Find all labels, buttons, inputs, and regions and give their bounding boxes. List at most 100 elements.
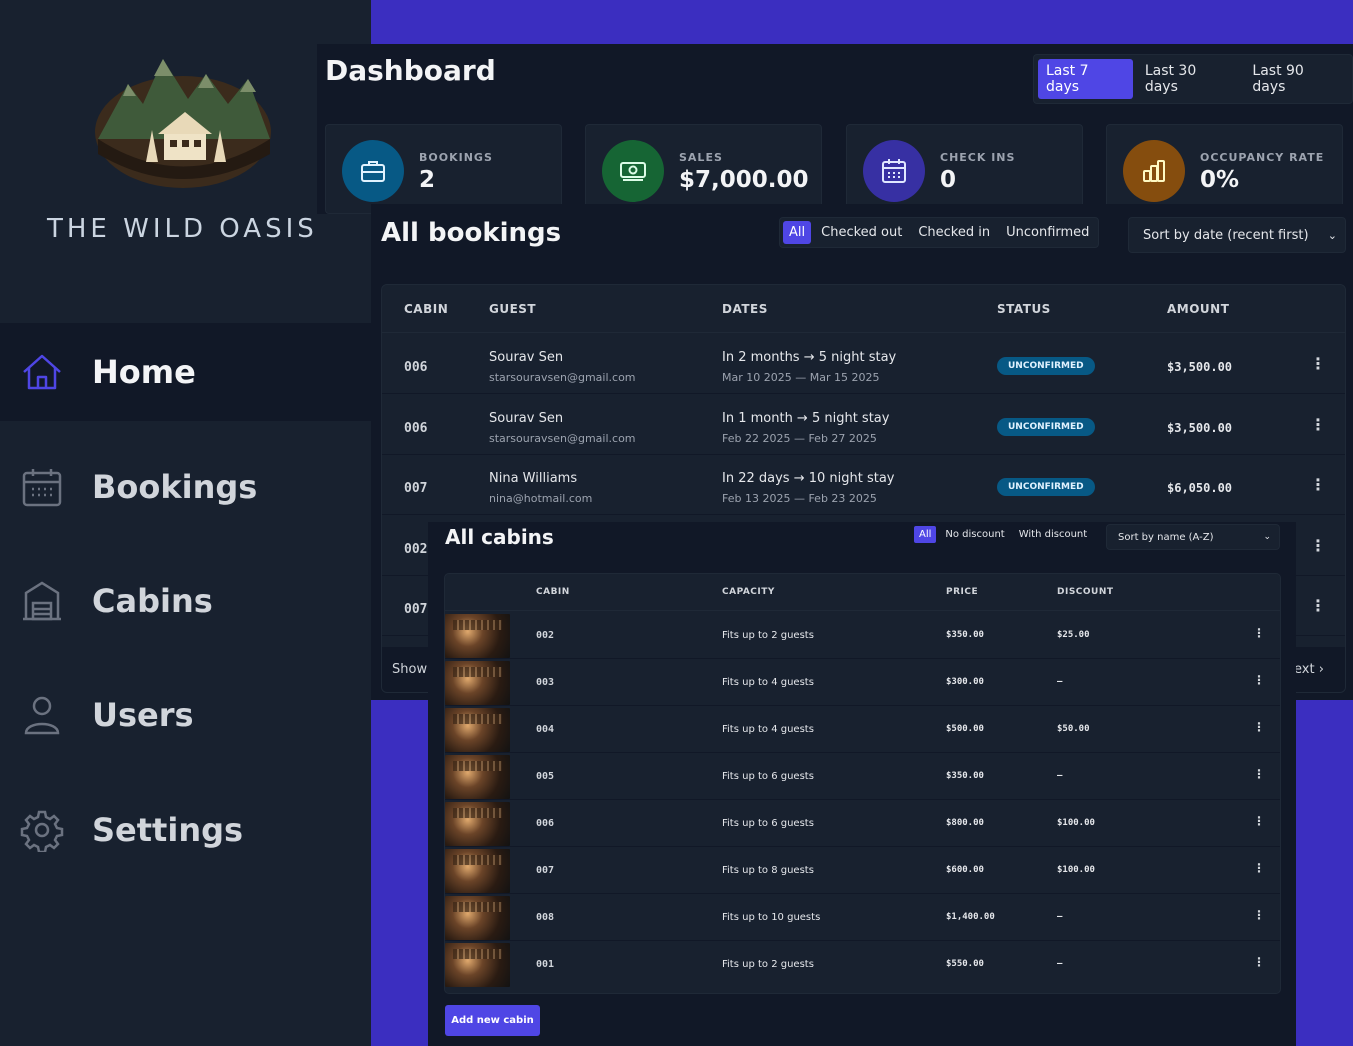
- cabin-image: [445, 708, 510, 752]
- cabin-discount: $100.00: [1057, 865, 1095, 875]
- cabin-image: [445, 614, 510, 658]
- filter-unconfirmed[interactable]: Unconfirmed: [1000, 221, 1095, 244]
- sidebar-item-home[interactable]: Home: [0, 323, 371, 421]
- cabin-capacity: Fits up to 6 guests: [722, 771, 814, 782]
- column-header: AMOUNT: [1167, 302, 1230, 316]
- chevron-right-icon: ›: [1318, 662, 1324, 677]
- cabin-name: 002: [536, 630, 555, 641]
- cabin-name: 004: [536, 724, 555, 735]
- cabins-sort-select[interactable]: Sort by name (A-Z) ⌄: [1106, 524, 1280, 550]
- cabin-image: [445, 896, 510, 940]
- table-row: 006 Sourav Sen starsouravsen@gmail.com I…: [382, 334, 1345, 394]
- booking-cabin: 007: [404, 602, 428, 617]
- cabin-price: $600.00: [946, 865, 984, 875]
- column-header: DATES: [722, 302, 768, 316]
- cabin-capacity: Fits up to 2 guests: [722, 959, 814, 970]
- booking-amount: $3,500.00: [1167, 360, 1233, 374]
- stat-bookings: BOOKINGS 2: [325, 124, 562, 214]
- status-badge: UNCONFIRMED: [997, 478, 1095, 496]
- column-header: STATUS: [997, 302, 1051, 316]
- briefcase-icon: [342, 140, 404, 202]
- more-vertical-icon[interactable]: ⋮: [1253, 955, 1265, 969]
- more-vertical-icon[interactable]: ⋮: [1310, 415, 1326, 434]
- guest-name: Sourav Sen: [489, 411, 564, 426]
- table-row: 003 Fits up to 4 guests $300.00 — ⋮: [445, 659, 1280, 706]
- table-row: 008 Fits up to 10 guests $1,400.00 — ⋮: [445, 894, 1280, 941]
- next-label: ext: [1294, 662, 1315, 677]
- cabin-discount: $100.00: [1057, 818, 1095, 828]
- column-header: GUEST: [489, 302, 537, 316]
- bookings-sort-select[interactable]: Sort by date (recent first) ⌄: [1128, 217, 1346, 253]
- table-row: 006 Fits up to 6 guests $800.00 $100.00 …: [445, 800, 1280, 847]
- table-row: 006 Sourav Sen starsouravsen@gmail.com I…: [382, 395, 1345, 455]
- more-vertical-icon[interactable]: ⋮: [1253, 814, 1265, 828]
- column-header: CABIN: [536, 587, 570, 597]
- column-header: CAPACITY: [722, 587, 775, 597]
- cabin-discount: —: [1057, 912, 1063, 922]
- more-vertical-icon[interactable]: ⋮: [1253, 861, 1265, 875]
- cabin-price: $300.00: [946, 677, 984, 687]
- more-vertical-icon[interactable]: ⋮: [1310, 596, 1326, 615]
- sidebar: THE WILD OASIS Home Bookings Cabins User…: [0, 0, 371, 1046]
- filter-with-discount[interactable]: With discount: [1014, 526, 1092, 543]
- more-vertical-icon[interactable]: ⋮: [1253, 767, 1265, 781]
- cabin-discount: —: [1057, 677, 1063, 687]
- page-title: Dashboard: [325, 54, 496, 87]
- guest-name: Sourav Sen: [489, 350, 564, 365]
- cabin-capacity: Fits up to 4 guests: [722, 677, 814, 688]
- user-icon: [24, 696, 60, 735]
- cabin-name: 007: [536, 865, 555, 876]
- banknotes-icon: [602, 140, 664, 202]
- filter-checked-out[interactable]: Checked out: [815, 221, 908, 244]
- warehouse-icon: [23, 581, 61, 621]
- cabin-discount: $50.00: [1057, 724, 1090, 734]
- stat-value: $7,000.00: [679, 167, 809, 193]
- chart-bar-icon: [1123, 140, 1185, 202]
- add-new-cabin-button[interactable]: Add new cabin: [445, 1005, 540, 1036]
- cabin-image: [445, 943, 510, 987]
- cabin-name: 001: [536, 959, 555, 970]
- cabins-discount-filter: All No discount With discount: [912, 524, 1094, 545]
- sort-value: Sort by date (recent first): [1143, 227, 1309, 243]
- stat-label: CHECK INS: [940, 151, 1016, 164]
- date-range-filter: Last 7 days Last 30 days Last 90 days: [1033, 54, 1353, 104]
- booking-amount: $6,050.00: [1167, 481, 1233, 495]
- filter-all[interactable]: All: [914, 526, 937, 543]
- more-vertical-icon[interactable]: ⋮: [1253, 720, 1265, 734]
- cabin-capacity: Fits up to 2 guests: [722, 630, 814, 641]
- cabin-image: [445, 802, 510, 846]
- table-header: CABIN CAPACITY PRICE DISCOUNT: [445, 574, 1280, 611]
- more-vertical-icon[interactable]: ⋮: [1310, 475, 1326, 494]
- more-vertical-icon[interactable]: ⋮: [1253, 626, 1265, 640]
- filter-all[interactable]: All: [783, 221, 812, 244]
- sidebar-item-cabins[interactable]: Cabins: [0, 552, 371, 650]
- stat-label: BOOKINGS: [419, 151, 493, 164]
- cabin-price: $1,400.00: [946, 912, 995, 922]
- filter-last-90-days[interactable]: Last 90 days: [1244, 59, 1348, 99]
- filter-no-discount[interactable]: No discount: [940, 526, 1009, 543]
- cabin-name: 008: [536, 912, 555, 923]
- table-header: CABIN GUEST DATES STATUS AMOUNT: [382, 285, 1345, 333]
- filter-last-7-days[interactable]: Last 7 days: [1038, 59, 1133, 99]
- filter-last-30-days[interactable]: Last 30 days: [1137, 59, 1241, 99]
- cabin-price: $550.00: [946, 959, 984, 969]
- brand-name: THE WILD OASIS: [47, 214, 318, 244]
- cabin-image: [445, 849, 510, 893]
- sidebar-item-bookings[interactable]: Bookings: [0, 438, 371, 536]
- more-vertical-icon[interactable]: ⋮: [1310, 536, 1326, 555]
- sidebar-item-users[interactable]: Users: [0, 666, 371, 764]
- more-vertical-icon[interactable]: ⋮: [1253, 673, 1265, 687]
- cabin-capacity: Fits up to 6 guests: [722, 818, 814, 829]
- next-page-button[interactable]: ext ›: [1294, 662, 1324, 677]
- sidebar-item-settings[interactable]: Settings: [0, 781, 371, 879]
- stat-value: 2: [419, 167, 436, 193]
- booking-amount: $3,500.00: [1167, 421, 1233, 435]
- stay-summary: In 22 days → 10 night stay: [722, 471, 895, 486]
- column-header: CABIN: [404, 302, 449, 316]
- filter-checked-in[interactable]: Checked in: [912, 221, 996, 244]
- more-vertical-icon[interactable]: ⋮: [1253, 908, 1265, 922]
- status-badge: UNCONFIRMED: [997, 357, 1095, 375]
- booking-cabin: 006: [404, 421, 428, 436]
- chevron-down-icon: ⌄: [1327, 228, 1337, 242]
- more-vertical-icon[interactable]: ⋮: [1310, 354, 1326, 373]
